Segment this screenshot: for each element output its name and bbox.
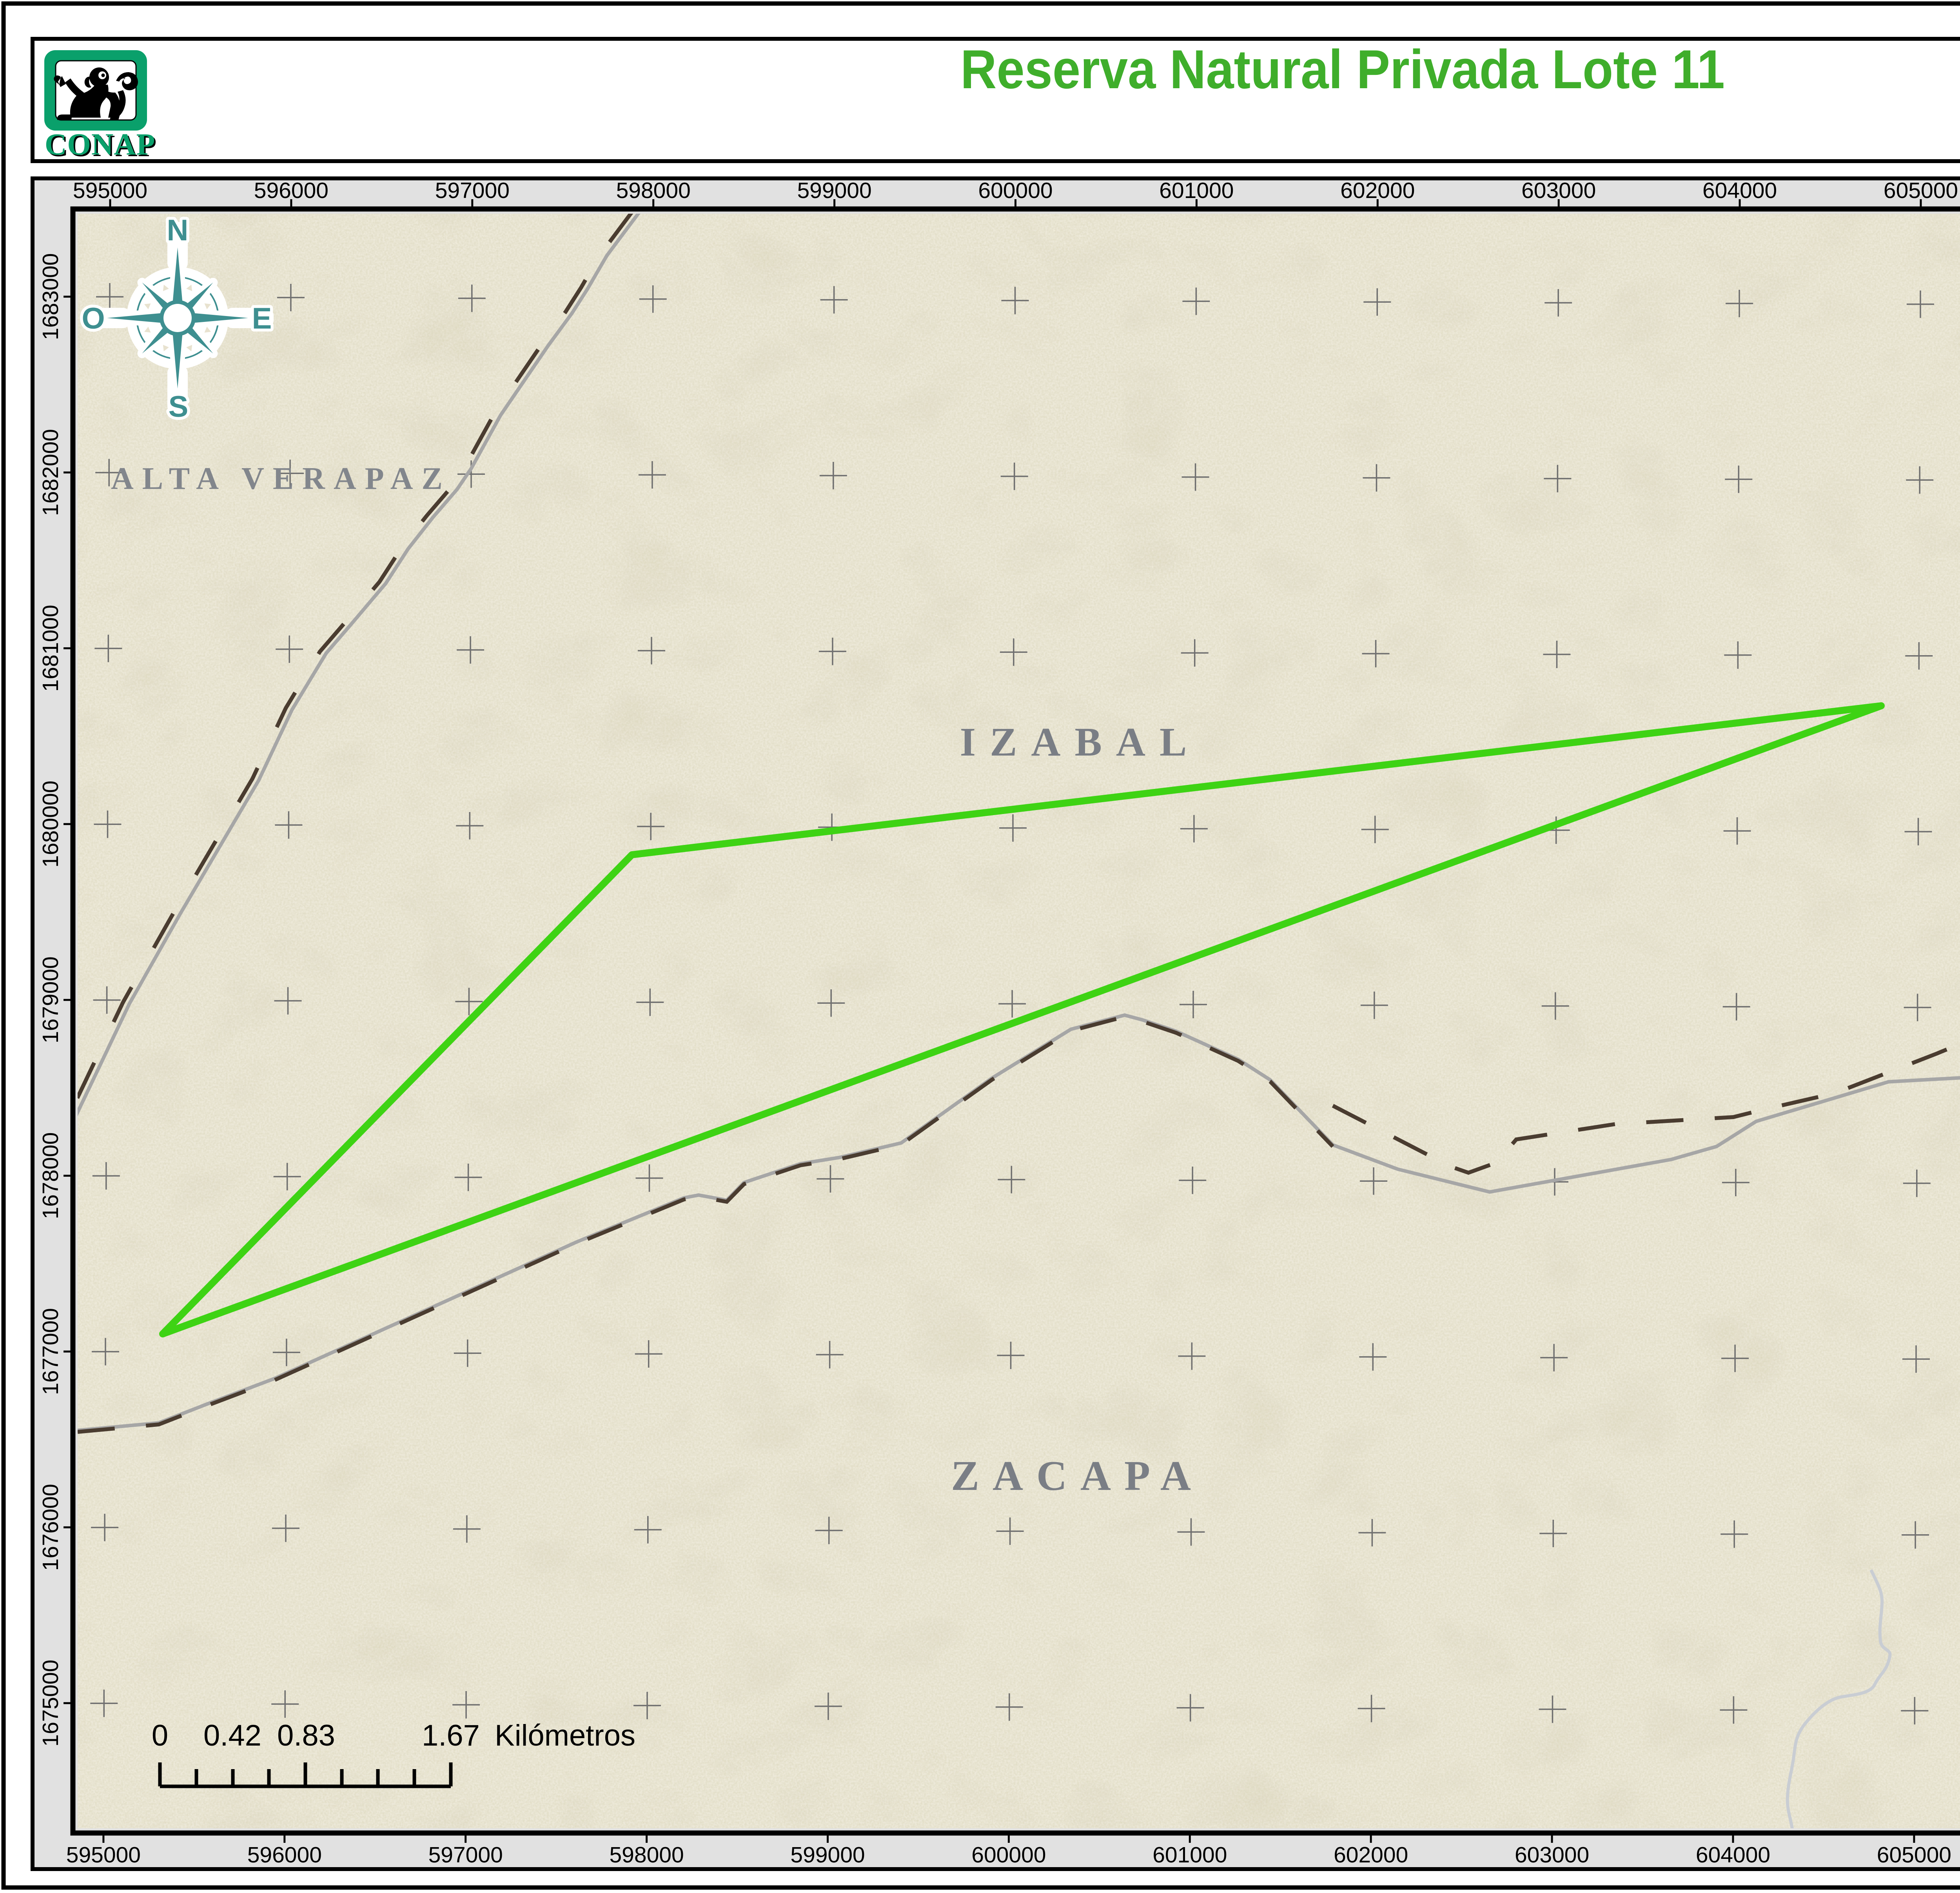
svg-text:CONAP: CONAP bbox=[45, 127, 155, 161]
svg-text:603000: 603000 bbox=[1515, 1842, 1589, 1868]
svg-text:1676000: 1676000 bbox=[38, 1484, 63, 1571]
svg-text:1683000: 1683000 bbox=[38, 253, 63, 340]
svg-text:1680000: 1680000 bbox=[38, 781, 63, 868]
svg-text:IZABAL: IZABAL bbox=[960, 719, 1201, 765]
svg-text:0.83: 0.83 bbox=[277, 1719, 335, 1752]
svg-text:1.67: 1.67 bbox=[422, 1719, 480, 1752]
svg-text:598000: 598000 bbox=[609, 1842, 684, 1868]
svg-text:ZACAPA: ZACAPA bbox=[951, 1453, 1204, 1499]
svg-text:E: E bbox=[252, 302, 272, 335]
svg-text:S: S bbox=[169, 390, 189, 423]
svg-text:601000: 601000 bbox=[1152, 1842, 1227, 1868]
svg-text:596000: 596000 bbox=[247, 1842, 322, 1868]
svg-text:600000: 600000 bbox=[971, 1842, 1046, 1868]
svg-text:597000: 597000 bbox=[428, 1842, 503, 1868]
svg-text:602000: 602000 bbox=[1334, 1842, 1408, 1868]
svg-text:1675000: 1675000 bbox=[38, 1660, 63, 1747]
svg-text:0: 0 bbox=[152, 1719, 168, 1752]
svg-text:599000: 599000 bbox=[790, 1842, 865, 1868]
svg-text:1677000: 1677000 bbox=[38, 1308, 63, 1395]
svg-text:ALTA VERAPAZ: ALTA VERAPAZ bbox=[111, 461, 451, 496]
svg-text:N: N bbox=[167, 214, 189, 247]
svg-text:605000: 605000 bbox=[1877, 1842, 1951, 1868]
svg-text:595000: 595000 bbox=[66, 1842, 141, 1868]
svg-text:Kilómetros: Kilómetros bbox=[495, 1719, 635, 1752]
svg-text:Reserva Natural Privada Lote 1: Reserva Natural Privada Lote 11 bbox=[960, 38, 1725, 100]
svg-text:1679000: 1679000 bbox=[38, 956, 63, 1043]
svg-text:1682000: 1682000 bbox=[38, 429, 63, 516]
svg-text:1678000: 1678000 bbox=[38, 1132, 63, 1219]
svg-text:1681000: 1681000 bbox=[38, 605, 63, 692]
svg-text:O: O bbox=[82, 302, 105, 335]
svg-text:604000: 604000 bbox=[1696, 1842, 1770, 1868]
svg-text:0.42: 0.42 bbox=[203, 1719, 261, 1752]
